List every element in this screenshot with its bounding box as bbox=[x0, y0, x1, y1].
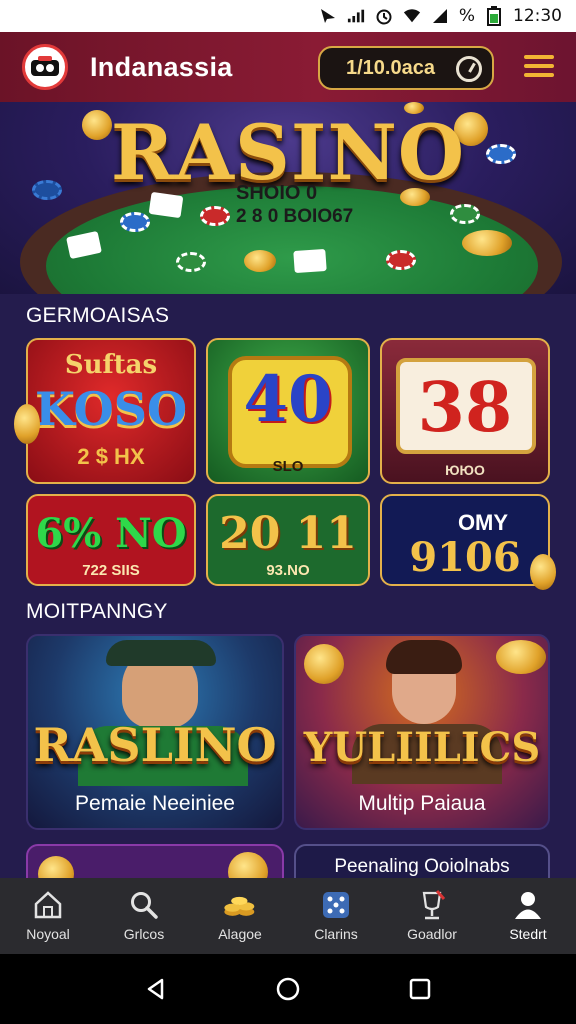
nav-item-profile[interactable]: Stedrt bbox=[480, 890, 576, 942]
hero-subtitle-1: SHOIO 0 bbox=[236, 182, 318, 204]
chip-icon bbox=[450, 204, 480, 224]
recents-button[interactable] bbox=[400, 969, 440, 1009]
status-time: 12:30 bbox=[513, 6, 562, 26]
partial-card-text: Peenaling Ooiolnabs bbox=[334, 856, 510, 877]
nav-item-dice[interactable]: Clarins bbox=[288, 890, 384, 942]
app-title: Indanassia bbox=[90, 51, 233, 82]
nav-label: Stedrt bbox=[509, 926, 547, 942]
tile-4-title: 6% NO bbox=[35, 510, 187, 557]
multiplayer-card-2[interactable]: YULIILICS Multip Paiaua bbox=[294, 634, 550, 830]
multiplayer-card-1-caption: Pemaie Neeiniee bbox=[75, 792, 235, 815]
tile-1-title: KOSO bbox=[34, 382, 188, 436]
nav-label: Goadlor bbox=[407, 926, 457, 942]
hero-banner[interactable]: RASINO SHOIO 0 2 8 0 BOIO67 bbox=[0, 102, 576, 294]
multiplayer-card-2-caption: Multip Paiaua bbox=[358, 792, 486, 815]
battery-icon bbox=[485, 6, 503, 26]
trophy-icon bbox=[415, 890, 449, 920]
tile-3-title: 38 bbox=[417, 368, 513, 448]
search-icon bbox=[127, 890, 161, 920]
game-tile-4[interactable]: 6% NO 722 SIIS bbox=[26, 494, 196, 586]
battery-percent: % bbox=[458, 6, 475, 26]
nav-label: Noyoal bbox=[26, 926, 70, 942]
status-bar: % 12:30 bbox=[0, 0, 576, 32]
android-nav-bar bbox=[0, 954, 576, 1024]
tile-6-top: OMY bbox=[457, 510, 509, 535]
game-tile-1[interactable]: Suftas KOSO 2 $ HX bbox=[26, 338, 196, 484]
hero-subtitle-2: 2 8 0 BOIO67 bbox=[236, 206, 354, 227]
game-tile-2[interactable]: 40 SLO bbox=[206, 338, 370, 484]
game-tile-3[interactable]: 38 ЮЮО bbox=[380, 338, 550, 484]
signal-icon bbox=[347, 7, 365, 25]
character-hair bbox=[386, 640, 462, 674]
nav-label: Alagoe bbox=[218, 926, 262, 942]
chip-icon bbox=[386, 250, 416, 270]
coin-icon bbox=[530, 554, 556, 590]
back-button[interactable] bbox=[136, 969, 176, 1009]
chip-icon bbox=[176, 252, 206, 272]
playing-card-icon bbox=[293, 248, 327, 274]
character-hat bbox=[106, 640, 216, 666]
nav-item-home[interactable]: Noyoal bbox=[0, 890, 96, 942]
chip-icon bbox=[120, 212, 150, 232]
nav-item-coins[interactable]: Alagoe bbox=[192, 890, 288, 942]
main-content: GERMOAISAS Suftas KOSO 2 $ HX 40 SLO 38 … bbox=[0, 294, 576, 894]
nav-label: Grlcos bbox=[123, 926, 165, 942]
coins-icon bbox=[223, 890, 257, 920]
tile-5-title: 20 11 bbox=[219, 508, 357, 559]
tile-2-sub: SLO bbox=[272, 458, 304, 475]
tile-4-sub: 722 SIIS bbox=[82, 562, 140, 579]
tile-1-top: Suftas bbox=[64, 350, 158, 380]
balance-value: 1/10.0aca bbox=[346, 56, 435, 79]
tile-5-sub: 93.NO bbox=[266, 562, 310, 579]
home-button[interactable] bbox=[268, 969, 308, 1009]
coin-icon bbox=[304, 644, 344, 684]
nav-item-search[interactable]: Grlcos bbox=[96, 890, 192, 942]
game-tile-5[interactable]: 20 11 93.NO bbox=[206, 494, 370, 586]
tile-1-sub: 2 $ HX bbox=[77, 444, 145, 469]
bottom-nav: Noyoal Grlcos Alagoe Clarins Goadlor Ste… bbox=[0, 878, 576, 954]
tile-6-title: 9106 bbox=[409, 534, 521, 581]
nav-label: Clarins bbox=[314, 926, 358, 942]
multiplayer-card-2-title: YULIILICS bbox=[303, 724, 541, 771]
notification-icon bbox=[319, 7, 337, 25]
profile-icon bbox=[511, 890, 545, 920]
game-tile-6[interactable]: OMY 9106 bbox=[380, 494, 550, 586]
coin-icon bbox=[244, 250, 276, 272]
tile-3-sub: ЮЮО bbox=[445, 462, 485, 478]
alarm-icon bbox=[375, 7, 393, 25]
coin-icon bbox=[496, 640, 546, 674]
menu-button[interactable] bbox=[524, 50, 554, 80]
chip-icon bbox=[200, 206, 230, 226]
multiplayer-card-1-title: RASLINO bbox=[33, 718, 277, 772]
balance-display[interactable]: 1/10.0aca bbox=[318, 46, 494, 90]
signal2-icon bbox=[431, 7, 449, 25]
clock-icon bbox=[456, 56, 482, 82]
logo-icon[interactable] bbox=[22, 44, 68, 90]
coin-icon bbox=[462, 230, 512, 256]
wifi-icon bbox=[403, 7, 421, 25]
multiplayer-section-title: MOITPANNGY bbox=[26, 600, 168, 623]
dice-icon bbox=[319, 890, 353, 920]
nav-item-trophy[interactable]: Goadlor bbox=[384, 890, 480, 942]
tile-2-title: 40 bbox=[243, 362, 333, 437]
home-icon bbox=[31, 890, 65, 920]
games-section-title: GERMOAISAS bbox=[26, 304, 170, 327]
multiplayer-card-1[interactable]: RASLINO Pemaie Neeiniee bbox=[26, 634, 284, 830]
coin-icon bbox=[14, 404, 40, 444]
